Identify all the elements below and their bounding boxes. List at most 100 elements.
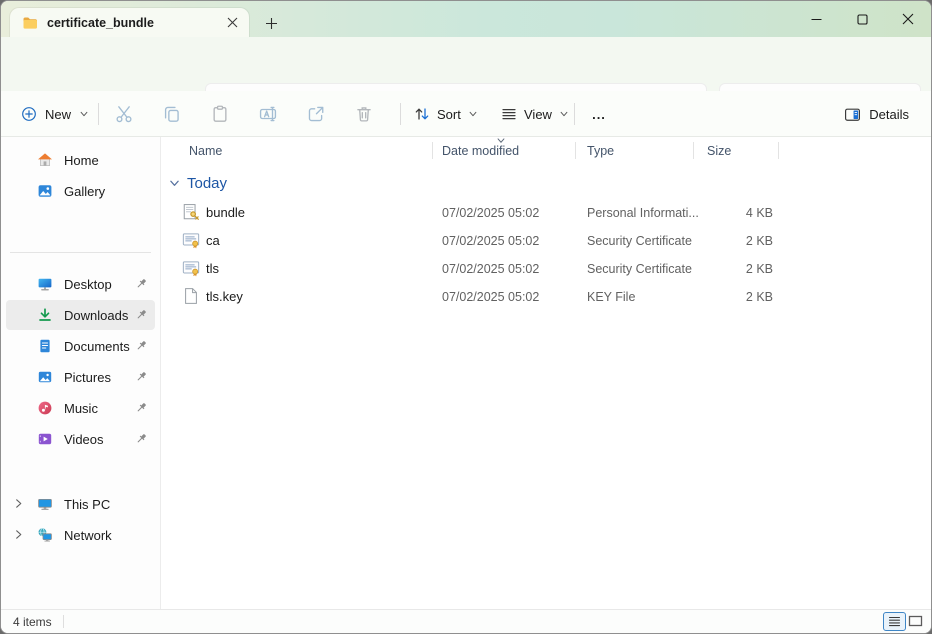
file-type: KEY File <box>587 290 635 304</box>
delete-icon[interactable] <box>348 98 380 130</box>
circle-plus-icon <box>21 106 37 122</box>
music-icon <box>37 400 53 416</box>
file-row-bundle[interactable]: bundle 07/02/2025 05:02 Personal Informa… <box>162 198 931 226</box>
sidebar-item-gallery[interactable]: Gallery <box>6 176 155 206</box>
navigation-bar: Downloads certificate_bundle <box>1 37 931 91</box>
sidebar-item-documents[interactable]: Documents <box>6 331 155 361</box>
file-date-modified: 07/02/2025 05:02 <box>442 234 539 248</box>
pin-icon <box>135 277 148 290</box>
view-lines-icon <box>501 106 517 122</box>
chevron-right-icon[interactable] <box>13 529 24 540</box>
chevron-right-icon[interactable] <box>13 498 24 509</box>
window-controls <box>793 1 931 37</box>
command-toolbar: New <box>1 91 931 137</box>
sidebar-item-network[interactable]: Network <box>6 520 155 550</box>
file-type: Security Certificate <box>587 262 692 276</box>
sidebar-item-label: Downloads <box>64 308 128 323</box>
file-row-tls[interactable]: tls 07/02/2025 05:02 Security Certificat… <box>162 254 931 282</box>
sidebar-item-this-pc[interactable]: This PC <box>6 489 155 519</box>
column-header-date-modified[interactable]: Date modified <box>442 144 519 158</box>
more-options-button[interactable]: ... <box>584 97 614 131</box>
status-bar: 4 items <box>1 609 931 633</box>
items-count: 4 items <box>13 615 52 629</box>
cut-icon[interactable] <box>108 98 140 130</box>
pin-icon <box>135 308 148 321</box>
new-tab-button[interactable] <box>259 11 283 35</box>
sidebar-item-label: Desktop <box>64 277 112 292</box>
main-area: Home Gallery <box>1 137 931 609</box>
file-type: Security Certificate <box>587 234 692 248</box>
toolbar-divider <box>98 103 99 125</box>
sidebar-item-pictures[interactable]: Pictures <box>6 362 155 392</box>
toolbar-divider <box>574 103 575 125</box>
file-size: 2 KB <box>693 234 773 248</box>
group-header-today[interactable]: Today <box>162 172 931 198</box>
column-divider[interactable] <box>778 142 779 159</box>
sidebar-item-label: Network <box>64 528 112 543</box>
file-row-tls-key[interactable]: tls.key 07/02/2025 05:02 KEY File 2 KB <box>162 282 931 310</box>
copy-icon[interactable] <box>156 98 188 130</box>
downloads-icon <box>37 307 53 323</box>
view-button[interactable]: View <box>493 97 577 131</box>
file-row-ca[interactable]: ca 07/02/2025 05:02 Security Certificate… <box>162 226 931 254</box>
sidebar: Home Gallery <box>1 137 161 609</box>
pictures-icon <box>37 369 53 385</box>
pfx-certificate-icon <box>182 203 200 221</box>
column-divider[interactable] <box>432 142 433 159</box>
paste-icon[interactable] <box>204 98 236 130</box>
new-button[interactable]: New <box>13 97 97 131</box>
column-divider[interactable] <box>693 142 694 159</box>
sort-button[interactable]: Sort <box>406 97 486 131</box>
sidebar-item-videos[interactable]: Videos <box>6 424 155 454</box>
file-name: ca <box>206 233 220 248</box>
file-size: 4 KB <box>693 206 773 220</box>
group-header-label: Today <box>187 175 227 192</box>
status-divider <box>63 615 64 628</box>
column-header-name[interactable]: Name <box>189 144 222 158</box>
home-icon <box>37 152 53 168</box>
pin-icon <box>135 432 148 445</box>
column-header-row: Name Date modified Type Size <box>162 137 931 163</box>
sidebar-item-label: Gallery <box>64 184 105 199</box>
collapse-chevron-icon[interactable] <box>169 179 180 188</box>
large-icons-view-toggle[interactable] <box>904 612 927 631</box>
sidebar-item-label: Videos <box>64 432 104 447</box>
file-size: 2 KB <box>693 262 773 276</box>
gallery-icon <box>37 183 53 199</box>
column-header-type[interactable]: Type <box>587 144 614 158</box>
tab-title: certificate_bundle <box>47 16 221 30</box>
close-button[interactable] <box>885 1 931 37</box>
rename-icon[interactable] <box>252 98 284 130</box>
tab-close-icon[interactable] <box>221 12 243 34</box>
titlebar: certificate_bundle <box>1 1 931 37</box>
sidebar-item-desktop[interactable]: Desktop <box>6 269 155 299</box>
share-icon[interactable] <box>300 98 332 130</box>
security-certificate-icon <box>182 231 200 249</box>
desktop-icon <box>37 276 53 292</box>
sidebar-item-downloads[interactable]: Downloads <box>6 300 155 330</box>
minimize-button[interactable] <box>793 1 839 37</box>
chevron-down-icon <box>559 109 569 119</box>
file-name: tls <box>206 261 219 276</box>
file-date-modified: 07/02/2025 05:02 <box>442 290 539 304</box>
view-button-label: View <box>524 107 552 122</box>
details-pane-label: Details <box>869 107 909 122</box>
explorer-tab[interactable]: certificate_bundle <box>10 8 249 37</box>
column-divider[interactable] <box>575 142 576 159</box>
details-view-toggle[interactable] <box>883 612 906 631</box>
toolbar-divider <box>400 103 401 125</box>
file-list: Name Date modified Type Size Today <box>162 137 931 609</box>
details-pane-icon <box>844 106 861 123</box>
security-certificate-icon <box>182 259 200 277</box>
network-icon <box>37 527 53 543</box>
chevron-down-icon <box>468 109 478 119</box>
file-date-modified: 07/02/2025 05:02 <box>442 262 539 276</box>
documents-icon <box>37 338 53 354</box>
sidebar-item-music[interactable]: Music <box>6 393 155 423</box>
sidebar-item-home[interactable]: Home <box>6 145 155 175</box>
file-type: Personal Informati... <box>587 206 699 220</box>
details-pane-button[interactable]: Details <box>836 97 917 131</box>
maximize-button[interactable] <box>839 1 885 37</box>
column-header-size[interactable]: Size <box>707 144 731 158</box>
sidebar-item-label: Music <box>64 401 98 416</box>
